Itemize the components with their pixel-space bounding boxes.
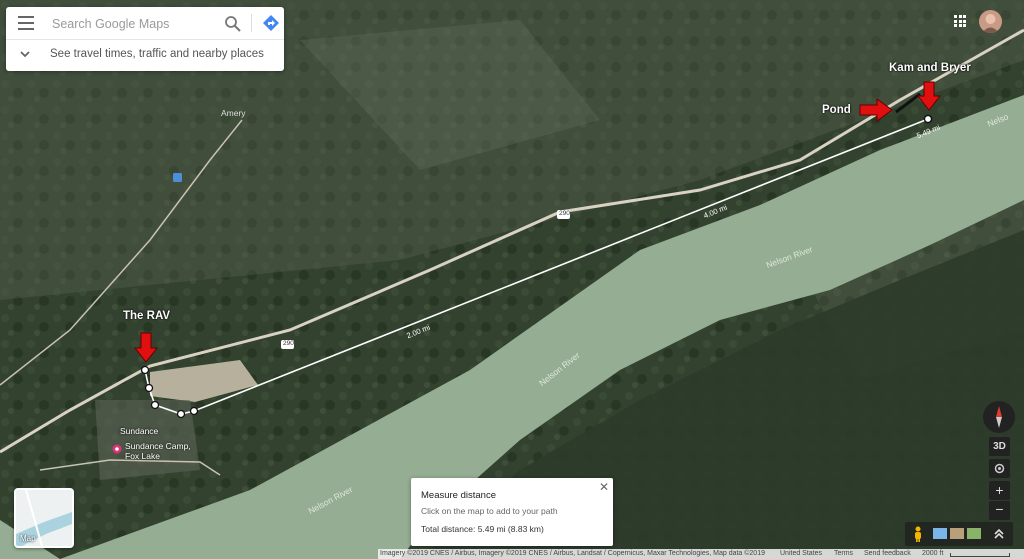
minus-icon[interactable]: − (989, 501, 1010, 520)
measure-total: Total distance: 5.49 mi (8.83 km) (421, 524, 544, 534)
search-input[interactable] (50, 13, 214, 35)
minimap-label: Map (20, 534, 36, 543)
transit-icon (173, 173, 182, 182)
pegman-icon[interactable] (913, 526, 923, 542)
measure-instruction: Click on the map to add to your path (421, 506, 558, 516)
chevron-up-double-icon[interactable] (993, 527, 1005, 541)
travel-prompt[interactable]: See travel times, traffic and nearby pla… (50, 48, 264, 60)
search-card: See travel times, traffic and nearby pla… (6, 7, 284, 71)
footer-country[interactable]: United States (780, 550, 822, 557)
scale-bar (950, 553, 1010, 557)
highway-shield-290-a: 290 (559, 210, 570, 217)
attribution: Imagery ©2019 CNES / Airbus, Imagery ©20… (380, 550, 765, 557)
place-sundance-camp[interactable]: Sundance Camp, Fox Lake (125, 441, 205, 461)
avatar[interactable] (979, 10, 1002, 33)
label-the-rav: The RAV (123, 310, 171, 322)
footer-bar: Imagery ©2019 CNES / Airbus, Imagery ©20… (378, 549, 1024, 559)
close-icon[interactable]: ✕ (599, 480, 609, 494)
chevron-down-icon[interactable] (18, 47, 32, 61)
terms-link[interactable]: Terms (834, 550, 853, 557)
place-amery[interactable]: Amery (221, 108, 246, 118)
imagery-thumb-2[interactable] (950, 528, 964, 539)
apps-grid-icon[interactable] (954, 15, 966, 27)
sundance-pin (112, 444, 122, 454)
measure-title: Measure distance (421, 490, 496, 501)
send-feedback-link[interactable]: Send feedback (864, 550, 911, 557)
plus-icon[interactable]: + (989, 481, 1010, 500)
my-location-icon[interactable] (989, 459, 1010, 478)
measure-distance-panel: Measure distance ✕ Click on the map to a… (411, 478, 613, 546)
highway-shield-290-b: 290 (283, 340, 294, 347)
menu-icon[interactable] (18, 16, 34, 30)
travel-row[interactable]: See travel times, traffic and nearby pla… (6, 40, 284, 71)
search-icon[interactable] (224, 15, 242, 33)
directions-icon[interactable] (262, 14, 280, 32)
satellite-map[interactable] (0, 0, 1024, 559)
search-row (6, 7, 284, 40)
label-kam-and-bryer: Kam and Bryer (889, 62, 971, 74)
imagery-strip (905, 522, 1013, 546)
compass-icon[interactable] (983, 401, 1015, 433)
imagery-thumb-1[interactable] (933, 528, 947, 539)
imagery-thumb-3[interactable] (967, 528, 981, 539)
label-pond: Pond (822, 104, 851, 116)
map-type-toggle[interactable]: Map (14, 488, 74, 548)
view-3d-button[interactable]: 3D (989, 437, 1010, 456)
scale-label[interactable]: 2000 ft (922, 550, 943, 557)
place-sundance[interactable]: Sundance (120, 426, 158, 436)
divider (251, 14, 252, 32)
